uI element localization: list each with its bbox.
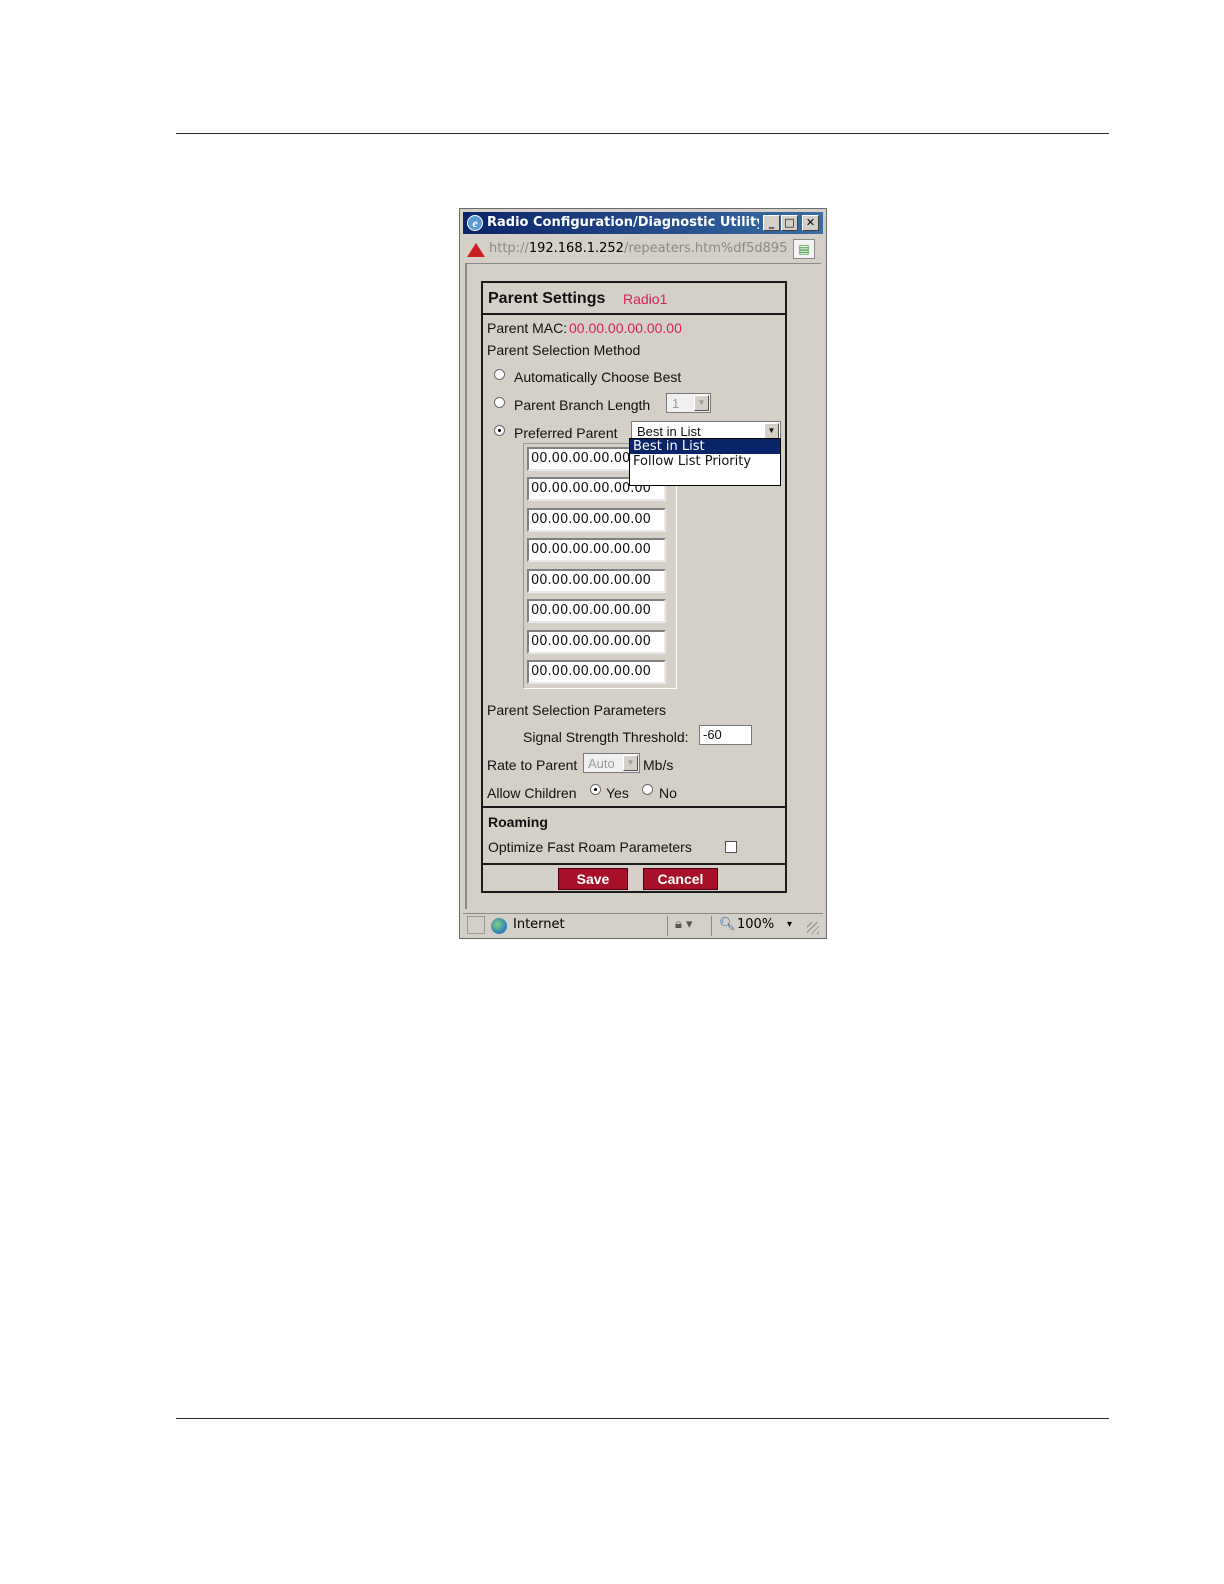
branch-length-radio[interactable] <box>494 397 505 408</box>
zoom-chevron-down-icon[interactable]: ▾ <box>787 914 792 936</box>
protected-mode-icon[interactable]: 🔒︎ ▾ <box>675 914 693 936</box>
url-path: /repeaters.htm%df5d8952e6 <box>623 241 787 256</box>
url-prefix: http:// <box>489 241 529 256</box>
parent-mac-value: 00.00.00.00.00.00 <box>569 320 682 336</box>
allow-children-yes-label: Yes <box>606 785 629 801</box>
zoom-level[interactable]: 100% <box>737 914 774 936</box>
zoom-icon[interactable]: 🔍︎ <box>719 914 736 936</box>
rate-select[interactable]: Auto ▼ <box>583 753 640 773</box>
status-pane <box>467 916 485 934</box>
status-separator <box>667 916 668 936</box>
zone-label: Internet <box>513 917 565 932</box>
cancel-button[interactable]: Cancel <box>643 868 718 890</box>
close-button[interactable]: ✕ <box>802 215 819 231</box>
resize-grip-icon[interactable] <box>807 922 819 934</box>
preferred-parent-radio[interactable] <box>494 425 505 436</box>
mac-list-input-3[interactable]: 00.00.00.00.00.00 <box>527 508 666 532</box>
page-content: Parent Settings Radio1 Parent MAC: 00.00… <box>465 263 821 909</box>
roaming-divider <box>483 806 785 808</box>
page-report-icon[interactable]: ▤ <box>793 239 815 259</box>
mac-list-input-6[interactable]: 00.00.00.00.00.00 <box>527 599 666 623</box>
site-logo-icon <box>467 243 485 257</box>
top-rule <box>176 133 1109 134</box>
title-bar[interactable]: e Radio Configuration/Diagnostic Utility… <box>463 212 823 234</box>
dropdown-option-best[interactable]: Best in List <box>630 439 780 454</box>
branch-length-value: 1 <box>672 396 680 411</box>
url-text[interactable]: http://192.168.1.252/repeaters.htm%df5d8… <box>489 240 787 258</box>
signal-threshold-input[interactable]: -60 <box>699 725 752 745</box>
rate-select-value: Auto <box>588 756 615 771</box>
url-host: 192.168.1.252 <box>528 241 624 256</box>
header-divider <box>483 313 785 315</box>
preferred-select-value: Best in List <box>637 424 701 439</box>
bottom-rule <box>176 1418 1109 1419</box>
mac-list-input-4[interactable]: 00.00.00.00.00.00 <box>527 538 666 562</box>
selection-method-label: Parent Selection Method <box>487 342 641 358</box>
minimize-button[interactable]: _ <box>763 215 780 231</box>
roaming-header: Roaming <box>488 814 548 830</box>
chevron-down-icon: ▼ <box>623 755 638 771</box>
mac-list-input-7[interactable]: 00.00.00.00.00.00 <box>527 630 666 654</box>
chevron-down-icon: ▼ <box>764 423 779 439</box>
buttons-divider <box>483 863 785 865</box>
radio-name: Radio1 <box>623 291 668 307</box>
preferred-parent-label: Preferred Parent <box>514 425 618 441</box>
allow-children-yes-radio[interactable] <box>590 784 601 795</box>
preferred-parent-dropdown[interactable]: Best in List Follow List Priority <box>629 438 781 486</box>
mac-list-input-5[interactable]: 00.00.00.00.00.00 <box>527 569 666 593</box>
parent-mac-label: Parent MAC: <box>487 320 568 336</box>
rate-unit: Mb/s <box>643 757 674 773</box>
auto-choose-label: Automatically Choose Best <box>514 369 682 385</box>
window-title: Radio Configuration/Diagnostic Utility -… <box>487 215 759 230</box>
allow-children-no-label: No <box>659 785 677 801</box>
globe-icon <box>491 918 507 934</box>
optimize-roam-checkbox[interactable] <box>725 841 737 853</box>
mac-list-input-8[interactable]: 00.00.00.00.00.00 <box>527 660 666 684</box>
allow-children-label: Allow Children <box>487 785 577 801</box>
panel-header: Parent Settings <box>488 290 606 307</box>
selection-params-label: Parent Selection Parameters <box>487 702 666 718</box>
dropdown-option-follow[interactable]: Follow List Priority <box>630 454 780 469</box>
address-bar[interactable]: http://192.168.1.252/repeaters.htm%df5d8… <box>463 236 823 262</box>
branch-length-label: Parent Branch Length <box>514 397 651 413</box>
browser-window: e Radio Configuration/Diagnostic Utility… <box>459 208 827 939</box>
chevron-down-icon: ▼ <box>694 395 709 411</box>
ie-icon: e <box>467 215 483 231</box>
button-row: Save Cancel <box>483 868 785 890</box>
parent-settings-panel: Parent Settings Radio1 Parent MAC: 00.00… <box>481 281 787 893</box>
rate-label: Rate to Parent <box>487 757 578 773</box>
status-separator <box>711 916 712 936</box>
signal-threshold-label: Signal Strength Threshold: <box>523 729 689 745</box>
allow-children-no-radio[interactable] <box>642 784 653 795</box>
optimize-roam-label: Optimize Fast Roam Parameters <box>488 839 692 855</box>
maximize-button[interactable]: □ <box>781 215 798 231</box>
save-button[interactable]: Save <box>558 868 628 890</box>
status-bar: Internet 🔒︎ ▾ 🔍︎ 100% ▾ <box>463 913 823 938</box>
branch-length-select[interactable]: 1 ▼ <box>666 393 711 413</box>
auto-choose-radio[interactable] <box>494 369 505 380</box>
